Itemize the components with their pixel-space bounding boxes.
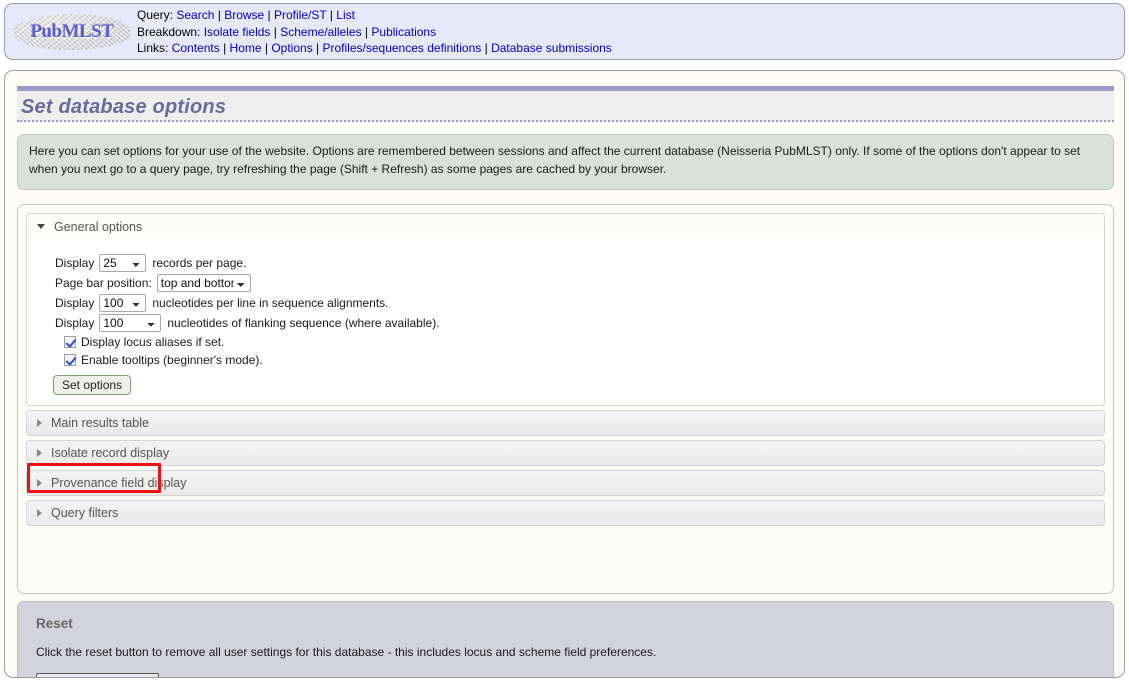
- label-page-bar-position: Page bar position:: [55, 276, 152, 290]
- checkbox-label-locus-aliases: Display locus aliases if set.: [81, 335, 225, 349]
- option-row-nucleotides-per-line: Display 100 nucleotides per line in sequ…: [55, 293, 1104, 313]
- nav-row-breakdown-label: Breakdown:: [137, 24, 201, 39]
- checkbox-locus-aliases[interactable]: [64, 336, 76, 348]
- accordion-query-filters: Query filters: [26, 500, 1105, 526]
- pubmlst-logo: PubMLST: [13, 13, 131, 50]
- nav-link-contents[interactable]: Contents: [172, 41, 220, 55]
- accordion-header-provenance-field-display[interactable]: Provenance field display: [26, 470, 1105, 496]
- flanking-sequence-select[interactable]: 100: [99, 314, 162, 332]
- option-row-records-per-page: Display 25 records per page.: [55, 253, 1104, 273]
- reset-heading: Reset: [36, 616, 73, 631]
- nav-link-scheme-alleles[interactable]: Scheme/alleles: [280, 25, 361, 39]
- checkbox-label-tooltips: Enable tooltips (beginner's mode).: [81, 353, 263, 367]
- nav-link-publications[interactable]: Publications: [371, 25, 436, 39]
- accordion-label-isolate-record-display: Isolate record display: [51, 446, 170, 460]
- nav-link-search[interactable]: Search: [176, 8, 214, 22]
- nav-row-breakdown: Breakdown: Isolate fields | Scheme/allel…: [137, 24, 437, 39]
- header-navigation: Query: Search | Browse | Profile/ST | Li…: [137, 6, 612, 57]
- accordion-provenance-field-display: Provenance field display: [26, 470, 1105, 496]
- logo-text: PubMLST: [30, 20, 114, 42]
- label-display-flanking: Display: [55, 316, 95, 330]
- nav-link-isolate-fields[interactable]: Isolate fields: [204, 25, 271, 39]
- accordion-label-query-filters: Query filters: [51, 506, 119, 520]
- checkbox-tooltips[interactable]: [64, 354, 76, 366]
- nav-link-browse[interactable]: Browse: [224, 8, 264, 22]
- triangle-right-icon: [37, 479, 42, 487]
- accordion-header-general-options[interactable]: General options: [26, 213, 1105, 239]
- checkbox-row-locus-aliases[interactable]: Display locus aliases if set.: [55, 333, 1104, 351]
- accordion-label-provenance-field-display: Provenance field display: [51, 476, 187, 490]
- reset-description: Click the reset button to remove all use…: [36, 645, 657, 659]
- label-nucleotides-per-line: nucleotides per line in sequence alignme…: [152, 296, 389, 310]
- accordion-header-isolate-record-display[interactable]: Isolate record display: [26, 440, 1105, 466]
- records-per-page-select[interactable]: 25: [99, 254, 147, 272]
- accordion-body-general-options: Display 25 records per page. Page bar po…: [26, 239, 1105, 406]
- accordion-main-results-table: Main results table: [26, 410, 1105, 436]
- label-display-nucleotides-line: Display: [55, 296, 95, 310]
- nav-link-profile-st[interactable]: Profile/ST: [274, 8, 326, 22]
- options-accordion: General options Display 25 records per p…: [17, 204, 1114, 594]
- triangle-right-icon: [37, 419, 42, 427]
- label-display-records: Display: [55, 256, 95, 270]
- accordion-general-options: General options Display 25 records per p…: [26, 213, 1105, 406]
- accordion-isolate-record-display: Isolate record display: [26, 440, 1105, 466]
- triangle-right-icon: [37, 509, 42, 517]
- nucleotides-per-line-select[interactable]: 100: [99, 294, 147, 312]
- page-title: Set database options: [21, 96, 227, 118]
- reset-section: Reset Click the reset button to remove a…: [17, 601, 1114, 677]
- set-options-button[interactable]: Set options: [53, 375, 132, 395]
- accordion-label-main-results-table: Main results table: [51, 416, 149, 430]
- nav-row-links: Links: Contents | Home | Options | Profi…: [137, 41, 612, 56]
- nav-link-profiles-sequences-definitions[interactable]: Profiles/sequences definitions: [323, 41, 482, 55]
- page-title-band: Set database options: [17, 86, 1114, 122]
- page-bar-position-select[interactable]: top and bottom: [156, 274, 251, 292]
- nav-link-home[interactable]: Home: [230, 41, 262, 55]
- reset-all-to-defaults-button[interactable]: Reset all to defaults: [36, 673, 160, 677]
- accordion-header-main-results-table[interactable]: Main results table: [26, 410, 1105, 436]
- checkbox-row-tooltips[interactable]: Enable tooltips (beginner's mode).: [55, 351, 1104, 369]
- accordion-header-query-filters[interactable]: Query filters: [26, 500, 1105, 526]
- nav-link-database-submissions[interactable]: Database submissions: [491, 41, 612, 55]
- nav-link-options[interactable]: Options: [271, 41, 312, 55]
- option-row-page-bar-position: Page bar position: top and bottom: [55, 273, 1104, 293]
- label-records-per-page: records per page.: [152, 256, 247, 270]
- nav-row-links-label: Links:: [137, 41, 169, 56]
- nav-link-list[interactable]: List: [336, 8, 355, 22]
- info-message: Here you can set options for your use of…: [17, 134, 1114, 190]
- triangle-down-icon: [37, 224, 45, 229]
- option-row-flanking-sequence: Display 100 nucleotides of flanking sequ…: [55, 313, 1104, 333]
- nav-row-query: Query: Search | Browse | Profile/ST | Li…: [137, 8, 355, 23]
- main-content-panel: Set database options Here you can set op…: [4, 70, 1125, 678]
- accordion-label-general-options: General options: [54, 219, 143, 234]
- site-header: PubMLST Query: Search | Browse | Profile…: [4, 3, 1125, 60]
- nav-row-query-label: Query:: [137, 8, 174, 23]
- triangle-right-icon: [37, 449, 42, 457]
- label-flanking-sequence: nucleotides of flanking sequence (where …: [167, 316, 440, 330]
